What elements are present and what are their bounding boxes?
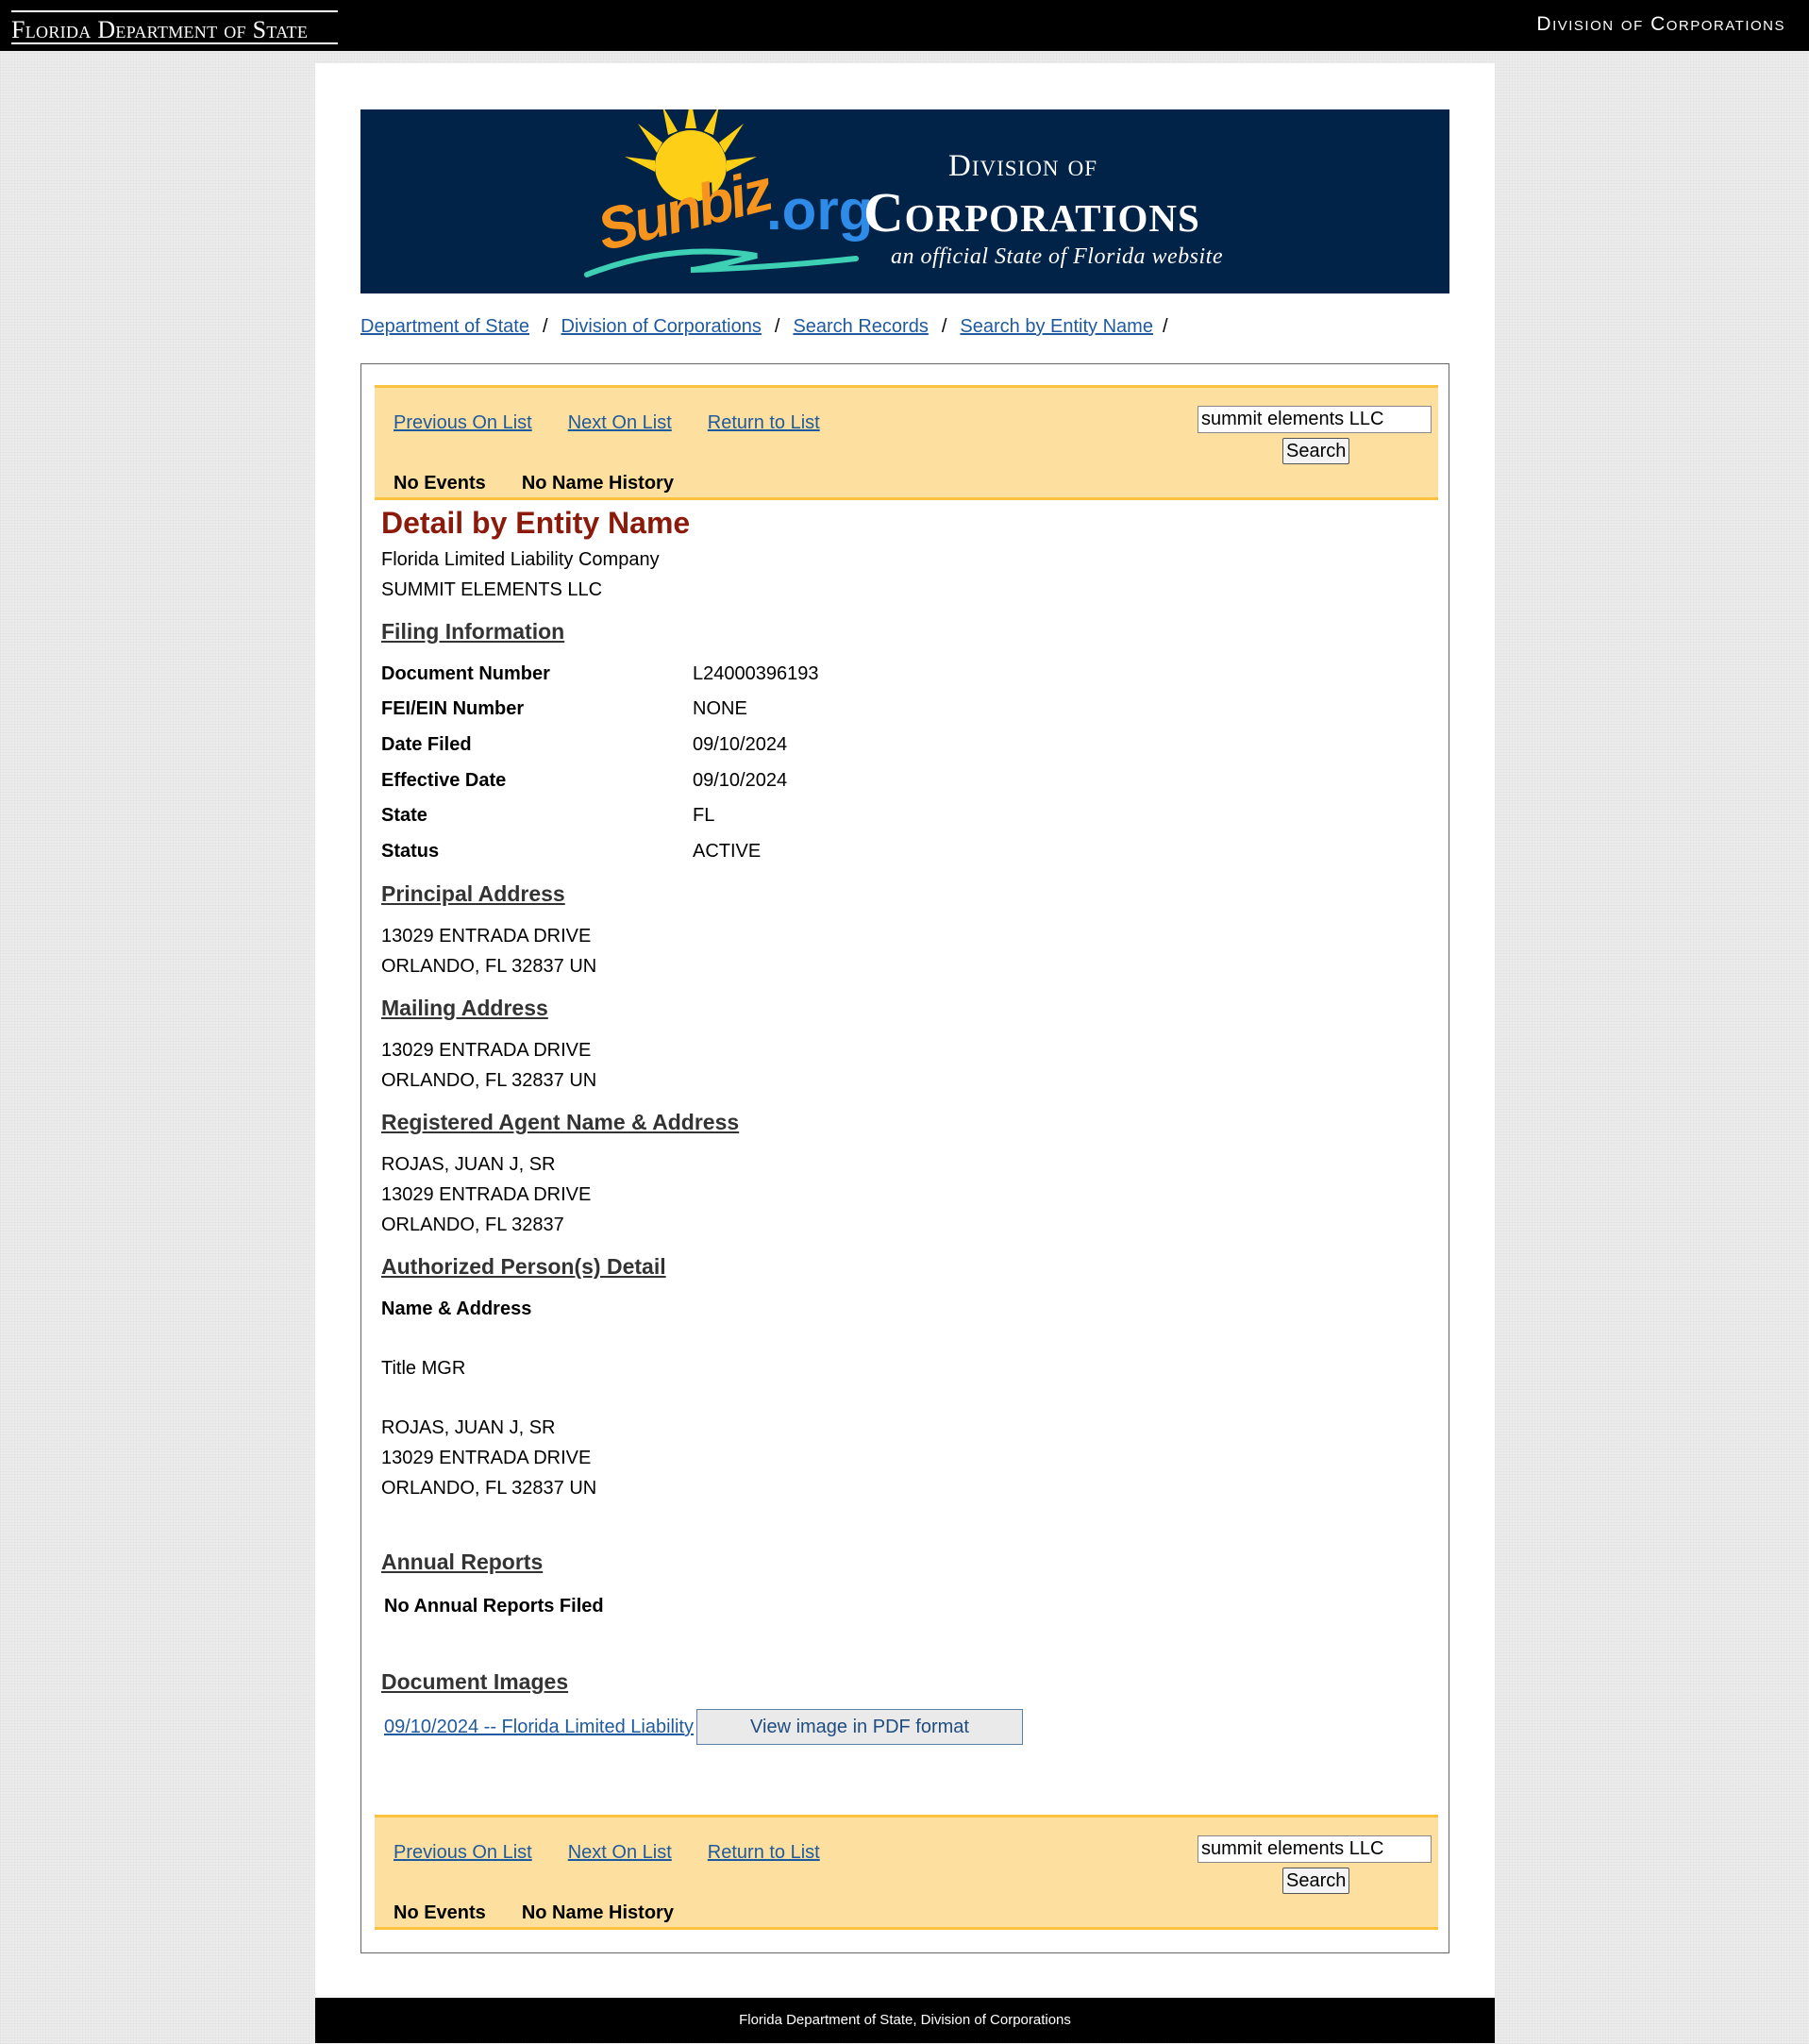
footer: Florida Department of State, Division of… [315,1998,1495,2043]
return-to-list-link[interactable]: Return to List [708,412,820,433]
effective-date-value: 09/10/2024 [693,770,788,791]
filing-information-heading: Filing Information [381,619,565,644]
fei-ein-value: NONE [693,698,747,719]
registered-agent-line: 13029 ENTRADA DRIVE [381,1184,592,1205]
date-filed-value: 09/10/2024 [693,734,788,755]
status-value: ACTIVE [693,841,762,862]
top-navigation-bar: Previous On List Next On List Return to Li… [375,385,1438,500]
breadcrumb-division-of-corporations[interactable]: Division of Corporations [561,316,762,337]
authorized-person-line: ORLANDO, FL 32837 UN [381,1478,597,1499]
list-nav-links: Previous On List Next On List Return to Li… [394,1842,856,1864]
next-on-list-link[interactable]: Next On List [568,1842,672,1863]
authorized-title: Title MGR [381,1358,466,1379]
breadcrumb-separator: / [1162,316,1168,337]
org-wordmark: .org [766,178,874,242]
search-input[interactable] [1198,1835,1432,1863]
sunbiz-banner[interactable]: Sunbiz .org Division of Corporations an … [360,109,1449,293]
banner-tagline: an official State of Florida website [891,244,1223,269]
registered-agent-line: ROJAS, JUAN J, SR [381,1154,556,1175]
no-annual-reports-text: No Annual Reports Filed [384,1596,604,1617]
fei-ein-label: FEI/EIN Number [381,698,525,719]
no-events-text: No Events [394,1902,486,1923]
principal-address-heading: Principal Address [381,881,565,906]
breadcrumb-separator: / [542,316,548,337]
page-title: Detail by Entity Name [381,506,691,540]
banner-corporations: Corporations [863,181,1200,243]
authorized-person-line: ROJAS, JUAN J, SR [381,1417,556,1438]
breadcrumb-separator: / [774,316,780,337]
list-nav-links: Previous On List Next On List Return to Li… [394,412,856,434]
mailing-address-line: ORLANDO, FL 32837 UN [381,1070,597,1091]
breadcrumb-search-by-entity-name[interactable]: Search by Entity Name [960,316,1153,337]
bottom-navigation-bar: Previous On List Next On List Return to Li… [375,1815,1438,1930]
effective-date-label: Effective Date [381,770,507,791]
annual-reports-heading: Annual Reports [381,1550,544,1574]
document-number-label: Document Number [381,663,550,684]
banner-division: Division of [948,149,1098,183]
top-bar: Florida Department of State Division of … [0,0,1809,51]
detail-panel: Previous On List Next On List Return to Li… [360,363,1449,1953]
entity-type: Florida Limited Liability Company [381,549,660,570]
state-label: State [381,805,427,826]
registered-agent-heading: Registered Agent Name & Address [381,1110,740,1134]
no-name-history-text: No Name History [521,473,674,494]
mailing-address-line: 13029 ENTRADA DRIVE [381,1040,592,1061]
division-title: Division of Corporations [1536,13,1785,35]
page-container: Sunbiz .org Division of Corporations an … [315,63,1495,2043]
document-images-heading: Document Images [381,1669,569,1694]
principal-address-line: 13029 ENTRADA DRIVE [381,926,592,947]
name-address-label: Name & Address [381,1298,532,1319]
status-label: Status [381,841,440,862]
previous-on-list-link[interactable]: Previous On List [394,412,532,433]
events-row: No Events No Name History [394,1902,710,1924]
events-row: No Events No Name History [394,473,710,494]
date-filed-label: Date Filed [381,734,472,755]
previous-on-list-link[interactable]: Previous On List [394,1842,532,1863]
search-input[interactable] [1198,406,1432,433]
search-button[interactable]: Search [1282,1868,1350,1894]
state-value: FL [693,805,715,826]
document-image-link[interactable]: 09/10/2024 -- Florida Limited Liability [384,1717,694,1738]
authorized-person-line: 13029 ENTRADA DRIVE [381,1448,592,1468]
view-pdf-button[interactable]: View image in PDF format [696,1709,1023,1745]
document-number-value: L24000396193 [693,663,819,684]
breadcrumb-department-of-state[interactable]: Department of State [360,316,529,337]
breadcrumb: Department of State / Division of Corporat… [360,316,1168,338]
no-name-history-text: No Name History [521,1902,674,1923]
florida-dept-of-state-logo[interactable]: Florida Department of State [11,10,338,44]
authorized-persons-heading: Authorized Person(s) Detail [381,1254,666,1279]
entity-name: SUMMIT ELEMENTS LLC [381,579,603,600]
logo-text: Florida Department of State [11,16,309,43]
return-to-list-link[interactable]: Return to List [708,1842,820,1863]
search-button[interactable]: Search [1282,438,1350,464]
registered-agent-line: ORLANDO, FL 32837 [381,1215,564,1235]
principal-address-line: ORLANDO, FL 32837 UN [381,956,597,977]
no-events-text: No Events [394,473,486,494]
next-on-list-link[interactable]: Next On List [568,412,672,433]
mailing-address-heading: Mailing Address [381,996,548,1020]
breadcrumb-separator: / [941,316,947,337]
breadcrumb-search-records[interactable]: Search Records [793,316,928,337]
